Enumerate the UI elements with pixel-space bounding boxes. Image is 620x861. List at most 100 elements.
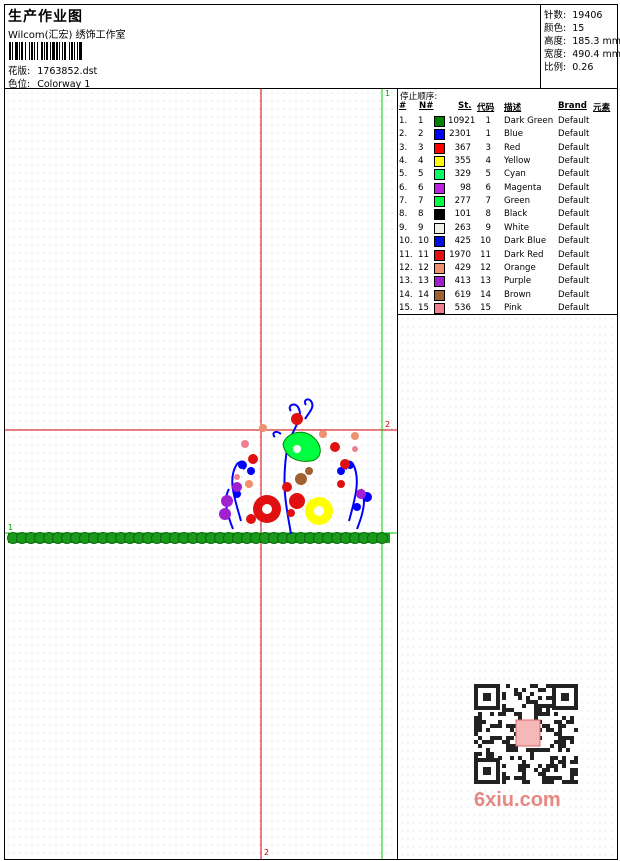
row-code: 7	[485, 196, 491, 207]
row-number: 15	[418, 302, 429, 313]
row-brand: Default	[558, 262, 590, 273]
row-stitches: 10921	[448, 116, 476, 126]
scale-label: 比例:	[544, 62, 567, 73]
row-description: Cyan	[504, 169, 526, 180]
table-row: 14. 14 619 14 Brown Default	[398, 289, 617, 303]
header-info: 生产作业图 Wilcom(汇宏) 绣饰工作室 花版: 1763852.dst 色…	[5, 5, 539, 90]
color-swatch	[434, 249, 445, 261]
row-description: Red	[504, 142, 521, 153]
table-row: 7. 7 277 7 Green Default	[398, 196, 617, 209]
row-index: 3.	[399, 142, 408, 153]
row-number: 6	[418, 182, 424, 193]
row-brand: Default	[558, 169, 590, 180]
row-code: 13	[480, 276, 491, 287]
table-row: 8. 8 101 8 Black Default	[398, 209, 617, 222]
col-header-element: 元素	[593, 103, 611, 113]
scalloped-border	[7, 532, 390, 544]
row-code: 6	[485, 182, 491, 193]
row-brand: Default	[558, 276, 590, 287]
row-index: 4.	[399, 156, 408, 167]
row-code: 9	[485, 222, 491, 233]
qr-code	[474, 684, 578, 784]
row-number: 14	[418, 289, 429, 300]
row-description: Blue	[504, 129, 524, 140]
row-number: 7	[418, 196, 424, 207]
file-name-line: 花版: 1763852.dst	[8, 63, 97, 77]
row-stitches: 101	[454, 209, 471, 220]
row-stitches: 425	[454, 236, 471, 247]
table-row: 4. 4 355 4 Yellow Default	[398, 156, 617, 169]
row-stitches: 1970	[449, 249, 471, 260]
row-stitches: 413	[454, 276, 471, 287]
row-index: 10.	[399, 236, 413, 247]
row-number: 1	[418, 116, 424, 126]
row-code: 3	[485, 142, 491, 153]
row-code: 5	[485, 169, 491, 180]
row-stitches: 619	[454, 289, 471, 300]
horizontal-guide-marker: 2	[385, 420, 391, 429]
row-code: 1	[485, 129, 491, 140]
col-header-number: N#	[419, 101, 434, 111]
row-number: 5	[418, 169, 424, 180]
row-brand: Default	[558, 302, 590, 313]
color-swatch	[434, 182, 445, 194]
barcode	[9, 42, 141, 60]
color-swatch	[434, 276, 445, 288]
row-index: 2.	[399, 129, 408, 140]
col-header-description: 描述	[504, 103, 522, 113]
table-row: 2. 2 2301 1 Blue Default	[398, 129, 617, 142]
table-row: 6. 6 98 6 Magenta Default	[398, 182, 617, 196]
row-code: 8	[485, 209, 491, 220]
embroidery-preview: 1 1 2 2	[5, 89, 398, 859]
row-code: 12	[480, 262, 491, 273]
row-description: Dark Red	[504, 249, 544, 260]
row-code: 11	[480, 249, 491, 260]
row-stitches: 2301	[449, 129, 471, 140]
row-brand: Default	[558, 116, 590, 126]
row-code: 10	[480, 236, 491, 247]
company-name: Wilcom(汇宏) 绣饰工作室	[8, 30, 126, 41]
qr-logo	[515, 719, 541, 747]
table-row: 9. 9 263 9 White Default	[398, 222, 617, 236]
row-number: 10	[418, 236, 429, 247]
scale-value: 0.26	[572, 62, 594, 73]
table-row: 13. 13 413 13 Purple Default	[398, 276, 617, 289]
page-title: 生产作业图	[8, 9, 83, 25]
row-index: 12.	[399, 262, 413, 273]
row-number: 3	[418, 142, 424, 153]
color-swatch	[434, 142, 445, 154]
color-swatch	[434, 236, 445, 248]
floral-motif	[219, 398, 372, 535]
row-brand: Default	[558, 142, 590, 153]
green-leaf	[282, 431, 321, 462]
row-number: 2	[418, 129, 424, 140]
row-stitches: 355	[454, 156, 471, 167]
row-code: 14	[480, 289, 491, 300]
col-header-brand: Brand	[558, 101, 587, 111]
row-index: 13.	[399, 276, 413, 287]
color-swatch	[434, 196, 445, 208]
row-brand: Default	[558, 129, 590, 140]
width-stat: 宽度: 490.4 mm	[544, 46, 620, 60]
row-index: 15.	[399, 302, 413, 313]
row-description: Dark Blue	[504, 236, 547, 247]
row-brand: Default	[558, 156, 590, 167]
table-row: 11. 11 1970 11 Dark Red Default	[398, 249, 617, 263]
stitches-stat: 针数: 19406	[544, 7, 602, 21]
col-header-stitches: St.	[458, 101, 472, 111]
row-brand: Default	[558, 289, 590, 300]
row-number: 4	[418, 156, 424, 167]
color-swatch	[434, 116, 445, 127]
row-number: 13	[418, 276, 429, 287]
row-code: 1	[485, 116, 491, 126]
scale-stat: 比例: 0.26	[544, 59, 593, 73]
row-description: Brown	[504, 289, 531, 300]
colors-stat: 颜色: 15	[544, 20, 584, 34]
row-code: 15	[480, 302, 491, 313]
row-stitches: 277	[454, 196, 471, 207]
color-stop-table: 停止顺序: # N# St. 代码 描述 Brand 元素 1. 1 10921 1 D…	[398, 89, 617, 314]
row-index: 9.	[399, 222, 408, 233]
row-description: Pink	[504, 302, 522, 313]
color-swatch	[434, 209, 445, 221]
height-stat: 高度: 185.3 mm	[544, 33, 620, 47]
